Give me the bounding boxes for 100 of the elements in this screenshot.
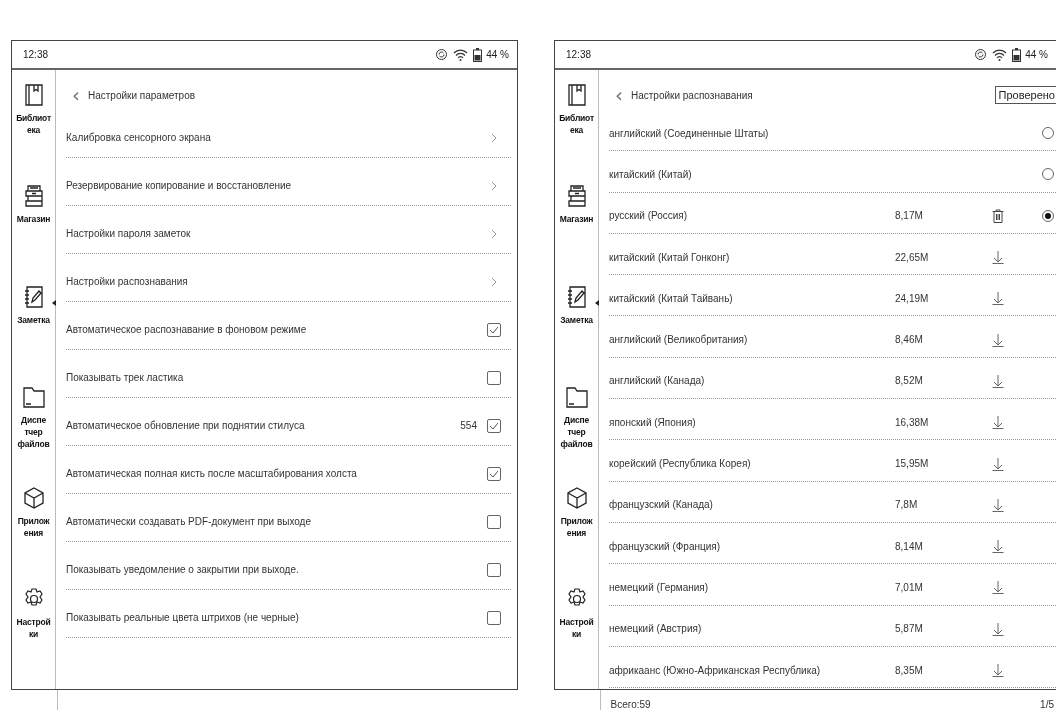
settings-row[interactable]: Показывать трек ластика — [66, 350, 511, 398]
notebook-pen-icon — [566, 285, 587, 308]
chevron-right-icon — [491, 228, 497, 239]
download-icon[interactable] — [992, 456, 1004, 471]
download-icon[interactable] — [992, 250, 1004, 265]
language-name: французский (Канада) — [609, 499, 714, 511]
settings-row[interactable]: Показывать уведомление о закрытии при выходе. — [66, 542, 511, 590]
language-name: корейский (Республика Корея) — [609, 458, 752, 469]
trash-icon[interactable] — [992, 208, 1004, 223]
language-name: китайский (Китай Тайвань) — [609, 292, 734, 304]
sidebar-item[interactable]: Диспе тчер файлов — [555, 386, 598, 488]
sidebar-item[interactable]: Магазин — [555, 184, 598, 286]
cube-icon — [22, 487, 45, 510]
setting-label: Резервирование копирование и восстановление — [66, 180, 293, 191]
language-name: английский (Соединенные Штаты) — [609, 127, 770, 139]
setting-label: Показывать уведомление о закрытии при выходе. — [66, 564, 300, 575]
chevron-right-icon — [491, 132, 497, 143]
sidebar-item[interactable]: Прилож ения — [12, 487, 55, 589]
file-size: 8,52M — [895, 375, 924, 387]
setting-label: Автоматическое распознавание в фоновом режиме — [66, 324, 308, 335]
language-name: немецкий (Австрия) — [609, 623, 703, 635]
language-name: африкаанс (Южно-Африканская Республика) — [609, 664, 822, 676]
file-size: 8,35M — [895, 664, 924, 676]
battery-percent: 44 % — [1025, 49, 1048, 60]
setting-value: 554 — [460, 420, 477, 431]
download-icon[interactable] — [992, 291, 1004, 306]
clock-time: 12:38 — [23, 49, 50, 60]
language-name: японский (Япония) — [609, 416, 697, 428]
page-title: Настройки распознавания — [631, 89, 754, 101]
sidebar-item[interactable]: Прилож ения — [555, 487, 598, 589]
checkmark-icon — [489, 325, 499, 334]
settings-row[interactable]: Автоматическая полная кисть после масштабирования холста — [66, 446, 511, 494]
checkbox[interactable] — [487, 610, 501, 625]
download-icon[interactable] — [992, 497, 1004, 512]
sidebar-item[interactable]: Библиот ека — [555, 84, 598, 185]
checkbox[interactable] — [487, 418, 501, 433]
download-icon[interactable] — [992, 663, 1004, 677]
setting-label: Автоматическая полная кисть после масштабирования холста — [66, 468, 358, 479]
page-title: Настройки параметров — [88, 89, 197, 101]
sidebar-item[interactable]: Настрой ки — [555, 588, 598, 689]
language-name: немецкий (Германия) — [609, 581, 710, 593]
file-size: 15,95M — [895, 458, 930, 469]
download-icon[interactable] — [992, 621, 1004, 636]
sidebar-item[interactable]: Магазин — [12, 184, 55, 286]
books-stack-icon — [566, 184, 587, 207]
download-icon[interactable] — [992, 373, 1004, 388]
folder-icon — [22, 386, 45, 409]
total-count: Всего:59 — [609, 699, 652, 710]
setting-label: Настройки пароля заметок — [66, 228, 192, 239]
cube-icon — [565, 487, 588, 510]
battery-percent: 44 % — [486, 49, 509, 60]
selected-marker-icon — [595, 299, 599, 306]
language-name: французский (Франция) — [609, 540, 722, 552]
sidebar-item[interactable]: Диспе тчер файлов — [12, 386, 55, 488]
battery-icon — [473, 47, 483, 62]
language-name: английский (Канада) — [609, 375, 706, 387]
file-size: 7,8M — [895, 499, 919, 511]
checkmark-icon — [489, 421, 499, 430]
checkbox[interactable] — [487, 466, 501, 481]
language-name: русский (Россия) — [609, 210, 689, 222]
setting-label: Показывать трек ластика — [66, 372, 185, 383]
settings-row[interactable]: Показывать реальные цвета штрихов (не черные) — [66, 590, 511, 638]
setting-label: Настройки распознавания — [66, 276, 189, 287]
checkbox[interactable] — [487, 514, 501, 529]
download-icon[interactable] — [992, 415, 1004, 430]
download-icon[interactable] — [992, 580, 1004, 595]
file-size: 8,17M — [895, 210, 924, 222]
language-name: китайский (Китай) — [609, 168, 693, 180]
settings-row[interactable]: Автоматическое распознавание в фоновом режиме — [66, 302, 511, 350]
setting-label: Автоматическое обновление при поднятии стилуса — [66, 420, 306, 431]
settings-row[interactable]: Калибровка сенсорного экрана — [66, 110, 511, 158]
sidebar-item[interactable]: Заметка — [12, 285, 55, 387]
checkmark-icon — [489, 469, 499, 478]
file-size: 22,65M — [895, 251, 930, 263]
file-size: 16,38M — [895, 416, 930, 428]
sidebar-item[interactable]: Библиот ека — [12, 84, 55, 185]
settings-row[interactable]: Настройки пароля заметок — [66, 206, 511, 254]
back-button[interactable]: ‹ — [615, 85, 623, 105]
setting-label: Автоматически создавать PDF-документ при выходе — [66, 516, 312, 527]
file-size: 5,87M — [895, 623, 924, 635]
verified-button[interactable]: Проверено — [994, 86, 1056, 104]
settings-row[interactable]: Автоматическое обновление при поднятии стилуса 554 — [66, 398, 511, 446]
settings-row[interactable]: Резервирование копирование и восстановление — [66, 158, 511, 206]
back-button[interactable]: ‹ — [72, 85, 80, 105]
checkbox[interactable] — [487, 322, 501, 337]
download-icon[interactable] — [992, 332, 1004, 347]
chevron-right-icon — [491, 180, 497, 191]
sync-icon — [435, 48, 449, 61]
checkbox[interactable] — [487, 562, 501, 577]
sidebar-item[interactable]: Настрой ки — [12, 588, 55, 689]
folder-icon — [565, 386, 588, 409]
download-icon[interactable] — [992, 539, 1004, 554]
checkbox[interactable] — [487, 370, 501, 385]
sidebar-item[interactable]: Заметка — [555, 285, 598, 387]
file-size: 24,19M — [895, 292, 930, 304]
file-size: 8,46M — [895, 334, 924, 346]
language-name: китайский (Китай Гонконг) — [609, 251, 731, 263]
settings-row[interactable]: Настройки распознавания — [66, 254, 511, 302]
chevron-right-icon — [491, 276, 497, 287]
settings-row[interactable]: Автоматически создавать PDF-документ при выходе — [66, 494, 511, 542]
